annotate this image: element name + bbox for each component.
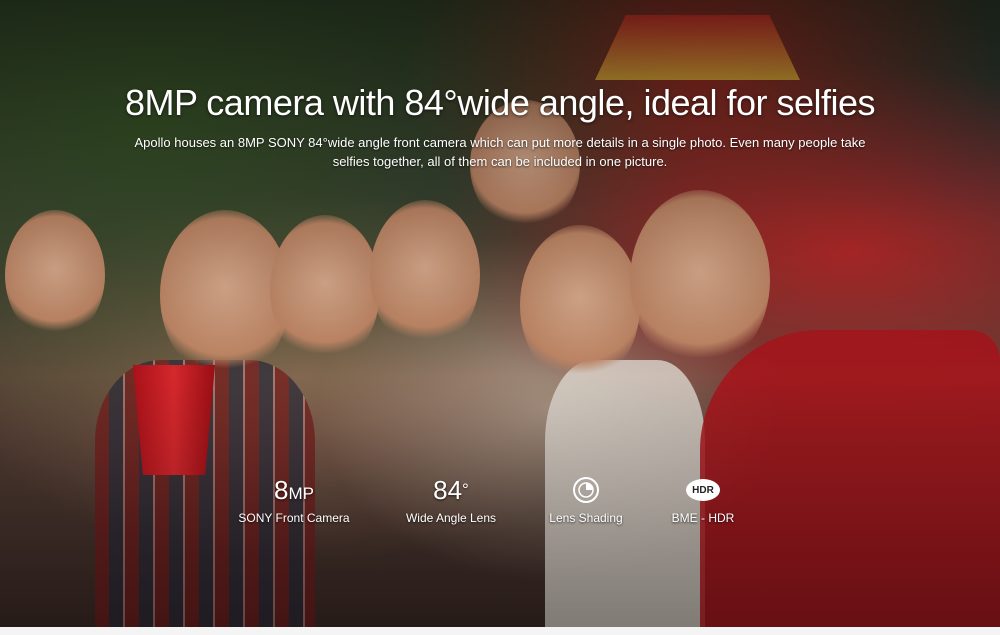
banner-heading: 8MP camera with 84°wide angle, ideal for…: [124, 82, 876, 123]
description-line-2: selfies together, all of them can be inc…: [332, 154, 668, 169]
feature-value: 84°: [433, 475, 469, 505]
lens-shading-icon: [573, 477, 599, 503]
feature-label: SONY Front Camera: [238, 511, 350, 525]
hdr-icon: HDR: [686, 479, 720, 501]
banner-description: Apollo houses an 8MP SONY 84°wide angle …: [125, 133, 875, 171]
description-line-1: Apollo houses an 8MP SONY 84°wide angle …: [134, 135, 866, 150]
feature-front-camera: 8MP SONY Front Camera: [224, 475, 364, 525]
feature-value: 8MP: [274, 475, 314, 505]
selfie-photo-banner: 8MP camera with 84°wide angle, ideal for…: [0, 0, 1000, 627]
feature-label: BME - HDR: [671, 511, 735, 525]
feature-label: Wide Angle Lens: [405, 511, 497, 525]
bottom-strip: [0, 627, 1000, 635]
feature-hdr: HDR BME - HDR: [633, 475, 773, 525]
feature-wide-angle: 84° Wide Angle Lens: [381, 475, 521, 525]
